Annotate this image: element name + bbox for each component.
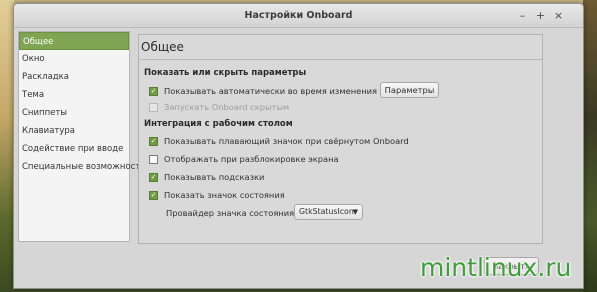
sidebar-item-typing-assistance[interactable]: Содействие при вводе <box>19 140 129 158</box>
show-tooltips-label: Показывать подсказки <box>164 172 265 182</box>
sidebar: Общее Окно Раскладка Тема Сниппеты Клави… <box>18 31 146 242</box>
auto-show-checkbox-row[interactable]: ✓ Показывать автоматически во время изме… <box>149 85 409 97</box>
sidebar-item-keyboard[interactable]: Клавиатура <box>19 122 129 140</box>
section-heading-show-hide: Показать или скрыть параметры <box>144 68 307 78</box>
floating-icon-checkbox-row[interactable]: ✓ Показывать плавающий значок при свёрну… <box>149 135 409 147</box>
start-hidden-checkbox <box>149 102 158 112</box>
show-on-unlock-checkbox[interactable] <box>149 154 158 164</box>
chevron-down-icon: ▼ <box>352 208 358 216</box>
sidebar-item-window[interactable]: Окно <box>19 50 129 68</box>
preferences-window: Настройки Onboard – + × Общее Окно Раскл… <box>13 3 584 289</box>
sidebar-item-general[interactable]: Общее <box>19 32 129 50</box>
floating-icon-checkbox[interactable]: ✓ <box>149 136 158 146</box>
section-heading-desktop: Интеграция с рабочим столом <box>144 119 293 129</box>
maximize-icon[interactable]: + <box>534 9 547 22</box>
divider <box>139 59 542 60</box>
sidebar-item-accessibility[interactable]: Специальные возможности <box>19 158 146 176</box>
start-hidden-checkbox-row: Запускать Onboard скрытым <box>149 101 289 113</box>
start-hidden-label: Запускать Onboard скрытым <box>164 102 290 112</box>
title-bar[interactable]: Настройки Onboard – + × <box>14 4 583 28</box>
auto-show-label: Показывать автоматически во время измене… <box>164 86 410 96</box>
general-panel: Общее Показать или скрыть параметры ✓ По… <box>138 34 543 244</box>
close-icon[interactable]: × <box>552 9 565 22</box>
sidebar-item-theme[interactable]: Тема <box>19 86 129 104</box>
watermark: mintlinux.ru <box>420 253 572 282</box>
status-icon-label: Показать значок состояния <box>164 190 285 200</box>
parameters-button[interactable]: Параметры <box>380 82 439 98</box>
status-provider-dropdown[interactable]: GtkStatusIcon ▼ <box>294 204 363 220</box>
show-tooltips-checkbox-row[interactable]: ✓ Показывать подсказки <box>149 171 264 183</box>
auto-show-checkbox[interactable]: ✓ <box>149 86 158 96</box>
desktop-background-right <box>583 0 597 292</box>
status-provider-label: Провайдер значка состояния: <box>166 208 297 218</box>
sidebar-item-layout[interactable]: Раскладка <box>19 68 129 86</box>
status-icon-checkbox[interactable]: ✓ <box>149 190 158 200</box>
desktop-background-left <box>0 0 14 292</box>
floating-icon-label: Показывать плавающий значок при свёрнуто… <box>164 136 409 146</box>
show-on-unlock-checkbox-row[interactable]: Отображать при разблокировке экрана <box>149 153 339 165</box>
minimize-icon[interactable]: – <box>516 9 529 22</box>
status-provider-value: GtkStatusIcon <box>299 207 354 216</box>
show-on-unlock-label: Отображать при разблокировке экрана <box>164 154 339 164</box>
show-tooltips-checkbox[interactable]: ✓ <box>149 172 158 182</box>
status-icon-checkbox-row[interactable]: ✓ Показать значок состояния <box>149 189 285 201</box>
sidebar-item-snippets[interactable]: Сниппеты <box>19 104 129 122</box>
window-title: Настройки Onboard <box>244 10 353 21</box>
page-title: Общее <box>141 40 184 54</box>
